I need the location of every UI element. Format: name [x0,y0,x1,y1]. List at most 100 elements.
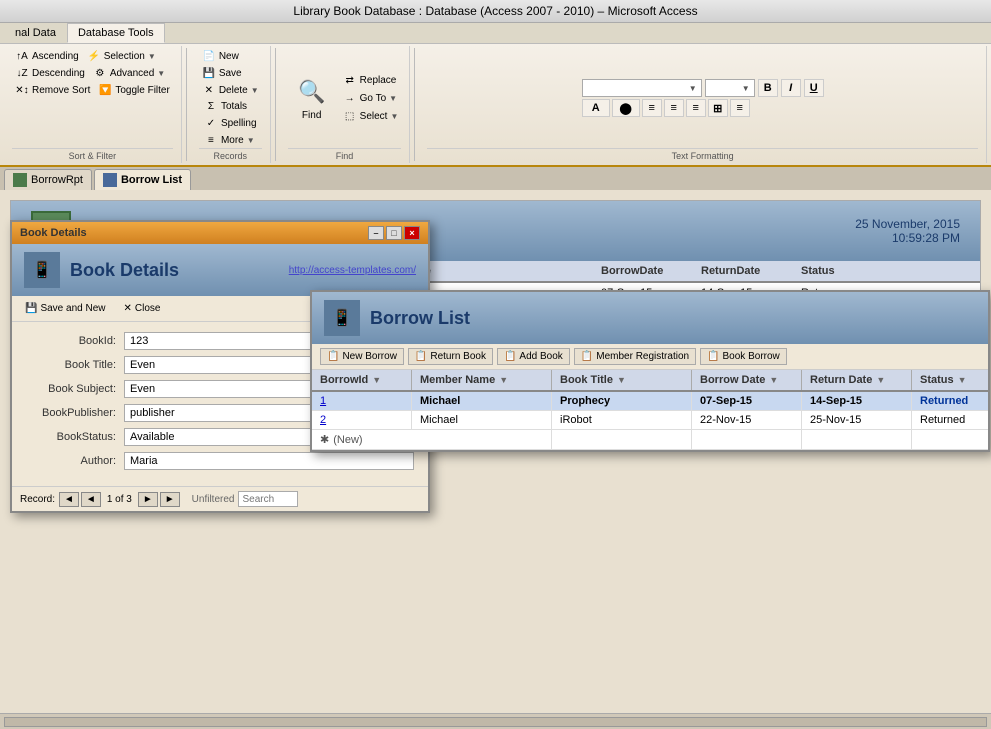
font-size-combo[interactable]: ▼ [705,79,755,97]
extra-btn[interactable]: ≡ [730,99,750,117]
book-borrow-icon: 📋 [707,351,719,362]
goto-dropdown-icon: ▼ [389,94,397,103]
row1-return-date: 14-Sep-15 [802,392,912,410]
row2-borrowid[interactable]: 2 [312,411,412,429]
totals-btn[interactable]: Σ Totals [201,98,260,114]
tab-bar: BorrowRpt Borrow List [0,167,991,190]
grid-col-returndate[interactable]: Return Date ▼ [802,370,912,390]
unfiltered-badge: Unfiltered [192,494,235,505]
new-record-btn[interactable]: 📄 New [199,48,262,64]
ribbon-tab-data[interactable]: nal Data [4,23,67,43]
add-book-icon: 📋 [504,351,516,362]
maximize-btn[interactable]: □ [386,226,402,240]
row1-borrowid[interactable]: 1 [312,392,412,410]
grid-col-borrowdate[interactable]: Borrow Date ▼ [692,370,802,390]
delete-record-btn[interactable]: ✕ Delete ▼ [199,82,262,98]
descending-btn[interactable]: ↓Z Descending [12,65,88,81]
grid-col-member[interactable]: Member Name ▼ [412,370,552,390]
tab-borrow-list[interactable]: Borrow List [94,169,191,190]
advanced-btn[interactable]: ⚙ Advanced ▼ [90,65,168,81]
new-row-member [412,430,552,449]
ascending-btn[interactable]: ↑A Ascending [12,48,82,64]
close-btn[interactable]: × [404,226,420,240]
add-book-btn[interactable]: 📋 Add Book [497,348,570,365]
main-area: 📖 Borrow Report 25 November, 2015 10:59:… [0,190,991,713]
grid-col-booktitle[interactable]: Book Title ▼ [552,370,692,390]
font-color-btn[interactable]: A [582,99,610,117]
font-size-dropdown-icon: ▼ [742,84,750,93]
next-record-btn[interactable]: ► [138,492,158,507]
grid-btn[interactable]: ⊞ [708,99,728,117]
minimize-btn[interactable]: – [368,226,384,240]
book-details-footer: Record: ◄ ◄ 1 of 3 ► ► Unfiltered [12,486,428,511]
select-dropdown-icon: ▼ [390,112,398,121]
selection-btn[interactable]: ⚡ Selection ▼ [84,48,159,64]
selection-dropdown-icon: ▼ [148,52,156,61]
new-record-icon: 📄 [202,49,216,63]
first-record-btn[interactable]: ◄ [59,492,79,507]
new-borrow-btn[interactable]: 📋 New Borrow [320,348,404,365]
font-family-dropdown-icon: ▼ [689,84,697,93]
report-datetime: 25 November, 2015 10:59:28 PM [855,217,960,245]
grid-col-status[interactable]: Status ▼ [912,370,991,390]
save-new-btn[interactable]: 💾 Save and New [20,300,111,317]
new-row-return-date [802,430,912,449]
ribbon-group-records: 📄 New 💾 Save ✕ Delete ▼ Σ Totals [191,46,271,163]
advanced-icon: ⚙ [93,66,107,80]
ribbon-group-find: 🔍 Find ⇄ Replace → Go To ▼ ⬚ Sel [280,46,411,163]
highlight-btn[interactable]: ⬤ [612,99,640,117]
dialog-controls: – □ × [368,226,420,240]
last-record-btn[interactable]: ► [160,492,180,507]
sep2 [275,48,276,161]
book-details-link[interactable]: http://access-templates.com/ [289,265,416,276]
horizontal-scrollbar[interactable] [4,717,987,727]
remove-sort-btn[interactable]: ✕↕ Remove Sort [12,82,93,98]
find-btn[interactable]: 🔍 Find [288,72,336,125]
nav-controls: ◄ ◄ 1 of 3 ► ► [59,492,180,507]
spelling-btn[interactable]: ✓ Spelling [201,115,260,131]
close-form-btn[interactable]: ✕ Close [119,300,166,317]
return-book-btn[interactable]: 📋 Return Book [408,348,493,365]
sort-row3: ✕↕ Remove Sort 🔽 Toggle Filter [12,82,173,98]
ribbon-group-text-formatting: ▼ ▼ B I U A ⬤ ≡ ≡ ≡ ⊞ ≡ [419,46,987,163]
status-sort-icon: ▼ [958,375,967,385]
ribbon-tab-db-tools[interactable]: Database Tools [67,23,165,43]
borrow-list-dialog: 📱 Borrow List 📋 New Borrow 📋 Return Book… [310,290,990,452]
grid-col-borrowid[interactable]: BorrowId ▼ [312,370,412,390]
grid-header: BorrowId ▼ Member Name ▼ Book Title ▼ Bo… [312,370,988,392]
book-details-title: Book Details [20,227,87,239]
goto-btn[interactable]: → Go To ▼ [340,90,402,106]
align-center-btn[interactable]: ≡ [664,99,684,117]
font-family-combo[interactable]: ▼ [582,79,702,97]
report-date: 25 November, 2015 [855,217,960,231]
author-field[interactable]: Maria [124,452,414,470]
align-left-btn[interactable]: ≡ [642,99,662,117]
member-registration-btn[interactable]: 📋 Member Registration [574,348,696,365]
bold-btn[interactable]: B [758,79,778,97]
new-row-borrow-date [692,430,802,449]
prev-record-btn[interactable]: ◄ [81,492,101,507]
italic-btn[interactable]: I [781,79,801,97]
borrow-list-toolbar: 📋 New Borrow 📋 Return Book 📋 Add Book 📋 … [312,344,988,370]
remove-sort-icon: ✕↕ [15,83,29,97]
save-record-btn[interactable]: 💾 Save [199,65,262,81]
more-btn[interactable]: ≡ More ▼ [201,132,260,148]
tab-borrowrpt[interactable]: BorrowRpt [4,169,92,190]
replace-btn[interactable]: ⇄ Replace [340,72,402,88]
select-btn[interactable]: ⬚ Select ▼ [340,108,402,124]
toggle-filter-btn[interactable]: 🔽 Toggle Filter [95,82,172,98]
underline-btn[interactable]: U [804,79,824,97]
search-input[interactable] [238,491,298,507]
return-book-icon: 📋 [415,351,427,362]
ribbon-tabs: nal Data Database Tools [0,23,991,44]
ascending-icon: ↑A [15,49,29,63]
find-label: Find [288,148,402,161]
scrollbar-area [0,713,991,729]
grid-row-2[interactable]: 2 Michael iRobot 22-Nov-15 25-Nov-15 Ret… [312,411,988,430]
app-title: Library Book Database : Database (Access… [293,4,697,18]
book-borrow-btn[interactable]: 📋 Book Borrow [700,348,787,365]
delete-dropdown-icon: ▼ [251,86,259,95]
author-label: Author: [26,455,116,467]
align-right-btn[interactable]: ≡ [686,99,706,117]
grid-row-1[interactable]: 1 Michael Prophecy 07-Sep-15 14-Sep-15 R… [312,392,988,411]
